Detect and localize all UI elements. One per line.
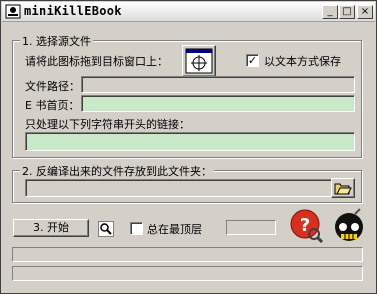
window-title: miniKillEBook <box>24 4 122 18</box>
always-on-top-checkbox[interactable] <box>130 222 143 235</box>
link-filter-field[interactable] <box>25 132 355 151</box>
browse-folder-button[interactable] <box>331 178 355 198</box>
save-as-text-checkbox[interactable]: ✓ <box>246 54 259 67</box>
source-file-legend: 1. 选择源文件 <box>20 33 93 49</box>
status-line-1 <box>12 247 363 262</box>
title-bar[interactable]: miniKillEBook _ □ × <box>2 2 375 22</box>
output-folder-field[interactable] <box>25 179 355 197</box>
ebook-home-field[interactable] <box>81 95 355 112</box>
output-folder-legend: 2. 反编译出来的文件存放到此文件夹： <box>20 163 214 179</box>
save-as-text-label: 以文本方式保存 <box>264 55 341 68</box>
drag-target-icon[interactable] <box>182 45 216 77</box>
ebook-home-label: E 书首页： <box>25 99 80 112</box>
skull-bomb-icon[interactable] <box>331 207 367 243</box>
progress-indicator <box>226 220 276 235</box>
start-button[interactable]: 3. 开始 <box>13 219 89 237</box>
file-path-field[interactable] <box>81 76 355 93</box>
always-on-top-label: 总在最顶层 <box>147 223 202 236</box>
search-icon[interactable] <box>98 221 114 237</box>
status-line-2 <box>12 266 363 281</box>
minimize-button[interactable]: _ <box>322 5 338 19</box>
open-folder-icon <box>334 183 352 195</box>
drag-hint-label: 请将此图标拖到目标窗口上： <box>25 55 168 68</box>
app-icon <box>5 4 21 19</box>
link-filter-label: 只处理以下列字符串开头的链接： <box>25 118 190 131</box>
close-button[interactable]: × <box>357 5 373 19</box>
file-path-label: 文件路径： <box>25 80 80 93</box>
maximize-button[interactable]: □ <box>339 5 355 19</box>
main-window: miniKillEBook _ □ × 1. 选择源文件 请将此图标拖到目标窗口… <box>0 0 377 294</box>
help-icon[interactable]: ? <box>289 209 323 243</box>
